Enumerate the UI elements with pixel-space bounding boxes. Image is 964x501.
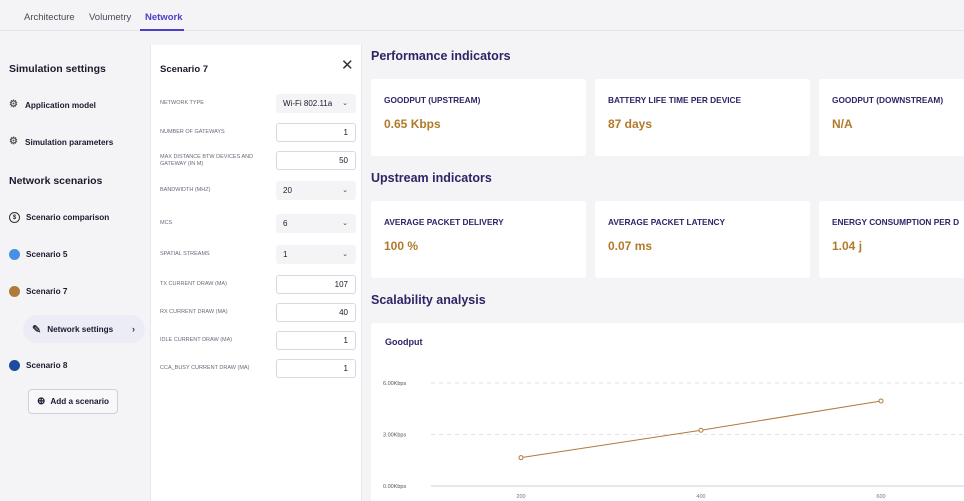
- field-label: RX CURRENT DRAW (MA): [160, 309, 228, 315]
- sidebar-item-scenario-8[interactable]: Scenario 8: [9, 360, 67, 371]
- kpi-card: GOODPUT (UPSTREAM) 0.65 Kbps: [371, 79, 586, 156]
- y-tick-label: 0.00Kbps: [383, 484, 406, 490]
- kpi-card: ENERGY CONSUMPTION PER D 1.04 j: [819, 201, 964, 278]
- sidebar-item-label: Scenario comparison: [26, 213, 110, 222]
- kpi-label: AVERAGE PACKET DELIVERY: [384, 217, 504, 227]
- sidebar-item-simulation-parameters[interactable]: ⚙ Simulation parameters: [9, 137, 113, 147]
- chevron-down-icon: ⌄: [342, 220, 348, 227]
- top-tab-bar: Architecture Volumetry Network: [0, 0, 964, 31]
- field-label: MCS: [160, 220, 173, 226]
- field-label: TX CURRENT DRAW (MA): [160, 281, 227, 287]
- kpi-card: AVERAGE PACKET DELIVERY 100 %: [371, 201, 586, 278]
- x-tick-label: 600: [876, 494, 885, 500]
- gear-icon: ⚙: [9, 99, 18, 110]
- sidebar-item-scenario-7[interactable]: Scenario 7: [9, 286, 67, 297]
- x-tick-label: 200: [516, 494, 525, 500]
- field-label: SPATIAL STREAMS: [160, 251, 210, 257]
- tab-network[interactable]: Network: [145, 12, 182, 23]
- field-label: NUMBER OF GATEWAYS: [160, 129, 225, 135]
- plus-circle-icon: ⊕: [36, 396, 46, 407]
- performance-indicators-title: Performance indicators: [371, 49, 511, 63]
- idle-current-input[interactable]: 1: [276, 331, 356, 350]
- data-point: [878, 398, 884, 404]
- kpi-card: BATTERY LIFE TIME PER DEVICE 87 days: [595, 79, 810, 156]
- goodput-chart: 0.00Kbps 3.00Kbps 6.00Kbps 200 400 600: [383, 381, 964, 500]
- goodput-chart-card: Goodput 0.00Kbps 3.00Kbps 6.00Kbps 200 400 60…: [371, 323, 964, 501]
- active-tab-indicator: [140, 29, 184, 31]
- field-label: NETWORK TYPE: [160, 100, 204, 106]
- upstream-indicators-title: Upstream indicators: [371, 171, 492, 185]
- chevron-down-icon: ⌄: [342, 187, 348, 194]
- left-sidebar: Simulation settings ⚙ Application model …: [0, 45, 150, 501]
- chevron-down-icon: ⌄: [342, 251, 348, 258]
- tx-current-input[interactable]: 107: [276, 275, 356, 294]
- kpi-label: BATTERY LIFE TIME PER DEVICE: [608, 95, 742, 105]
- kpi-label: ENERGY CONSUMPTION PER D: [832, 217, 960, 227]
- scalability-analysis-title: Scalability analysis: [371, 293, 486, 307]
- sidebar-item-label: Application model: [25, 100, 96, 110]
- edit-icon: ✎: [32, 323, 42, 336]
- scenario-color-dot: [9, 249, 20, 260]
- kpi-value: 100 %: [384, 239, 419, 253]
- gear-icon: ⚙: [9, 136, 18, 147]
- rx-current-input[interactable]: 40: [276, 303, 356, 322]
- add-scenario-button[interactable]: ⊕ Add a scenario: [28, 389, 118, 414]
- max-distance-input[interactable]: 50: [276, 151, 356, 170]
- scenario-color-dot: [9, 286, 20, 297]
- results-area: Performance indicators GOODPUT (UPSTREAM…: [362, 45, 964, 501]
- scenario-color-dot: [9, 360, 20, 371]
- kpi-value: 87 days: [608, 117, 653, 131]
- close-icon[interactable]: ✕: [341, 58, 354, 73]
- sidebar-item-label: Scenario 7: [26, 287, 68, 296]
- sidebar-item-label: Simulation parameters: [25, 137, 114, 147]
- kpi-label: AVERAGE PACKET LATENCY: [608, 217, 726, 227]
- field-label: MAX DISTANCE BTW DEVICES AND GATEWAY (IN…: [160, 154, 254, 167]
- bandwidth-select[interactable]: 20 ⌄: [276, 181, 356, 200]
- panel-title: Scenario 7: [160, 64, 209, 75]
- x-tick-label: 400: [696, 494, 705, 500]
- kpi-card: AVERAGE PACKET LATENCY 0.07 ms: [595, 201, 810, 278]
- chevron-right-icon: ›: [132, 324, 135, 334]
- network-type-select[interactable]: Wi-Fi 802.11a ⌄: [276, 94, 356, 113]
- comparison-icon: $: [9, 212, 20, 223]
- cca-busy-current-input[interactable]: 1: [276, 359, 356, 378]
- select-value: Wi-Fi 802.11a: [283, 99, 333, 108]
- kpi-value: N/A: [832, 117, 853, 131]
- kpi-label: GOODPUT (DOWNSTREAM): [832, 95, 944, 105]
- add-scenario-label: Add a scenario: [50, 397, 110, 406]
- kpi-label: GOODPUT (UPSTREAM): [384, 95, 481, 105]
- kpi-value: 1.04 j: [832, 239, 863, 253]
- kpi-card: GOODPUT (DOWNSTREAM) N/A: [819, 79, 964, 156]
- sidebar-item-network-settings[interactable]: ✎ Network settings ›: [23, 315, 145, 343]
- mcs-select[interactable]: 6 ⌄: [276, 214, 356, 233]
- sidebar-item-application-model[interactable]: ⚙ Application model: [9, 100, 96, 110]
- sidebar-item-label: Network settings: [47, 324, 114, 334]
- sidebar-item-scenario-comparison[interactable]: $ Scenario comparison: [9, 212, 109, 223]
- select-value: 6: [283, 219, 288, 228]
- field-label: BANDWIDTH (MHZ): [160, 187, 211, 193]
- data-point: [698, 427, 704, 433]
- kpi-value: 0.65 Kbps: [384, 117, 441, 131]
- sidebar-item-label: Scenario 5: [26, 250, 68, 259]
- sidebar-item-label: Scenario 8: [26, 361, 68, 370]
- field-label: IDLE CURRENT DRAW (MA): [160, 337, 233, 343]
- field-label: CCA_BUSY CURRENT DRAW (MA): [160, 365, 250, 371]
- y-tick-label: 3.00Kbps: [383, 433, 406, 439]
- kpi-value: 0.07 ms: [608, 239, 653, 253]
- select-value: 20: [283, 186, 292, 195]
- select-value: 1: [283, 250, 288, 259]
- sidebar-item-scenario-5[interactable]: Scenario 5: [9, 249, 67, 260]
- data-point: [518, 455, 524, 461]
- tab-volumetry[interactable]: Volumetry: [89, 12, 131, 23]
- y-tick-label: 6.00Kbps: [383, 381, 406, 387]
- network-scenarios-title: Network scenarios: [9, 175, 103, 187]
- chevron-down-icon: ⌄: [342, 100, 348, 107]
- scenario-settings-panel: Scenario 7 ✕ NETWORK TYPE Wi-Fi 802.11a …: [150, 45, 362, 501]
- spatial-streams-select[interactable]: 1 ⌄: [276, 245, 356, 264]
- tab-architecture[interactable]: Architecture: [24, 12, 75, 23]
- simulation-settings-title: Simulation settings: [9, 63, 106, 75]
- gateways-input[interactable]: 1: [276, 123, 356, 142]
